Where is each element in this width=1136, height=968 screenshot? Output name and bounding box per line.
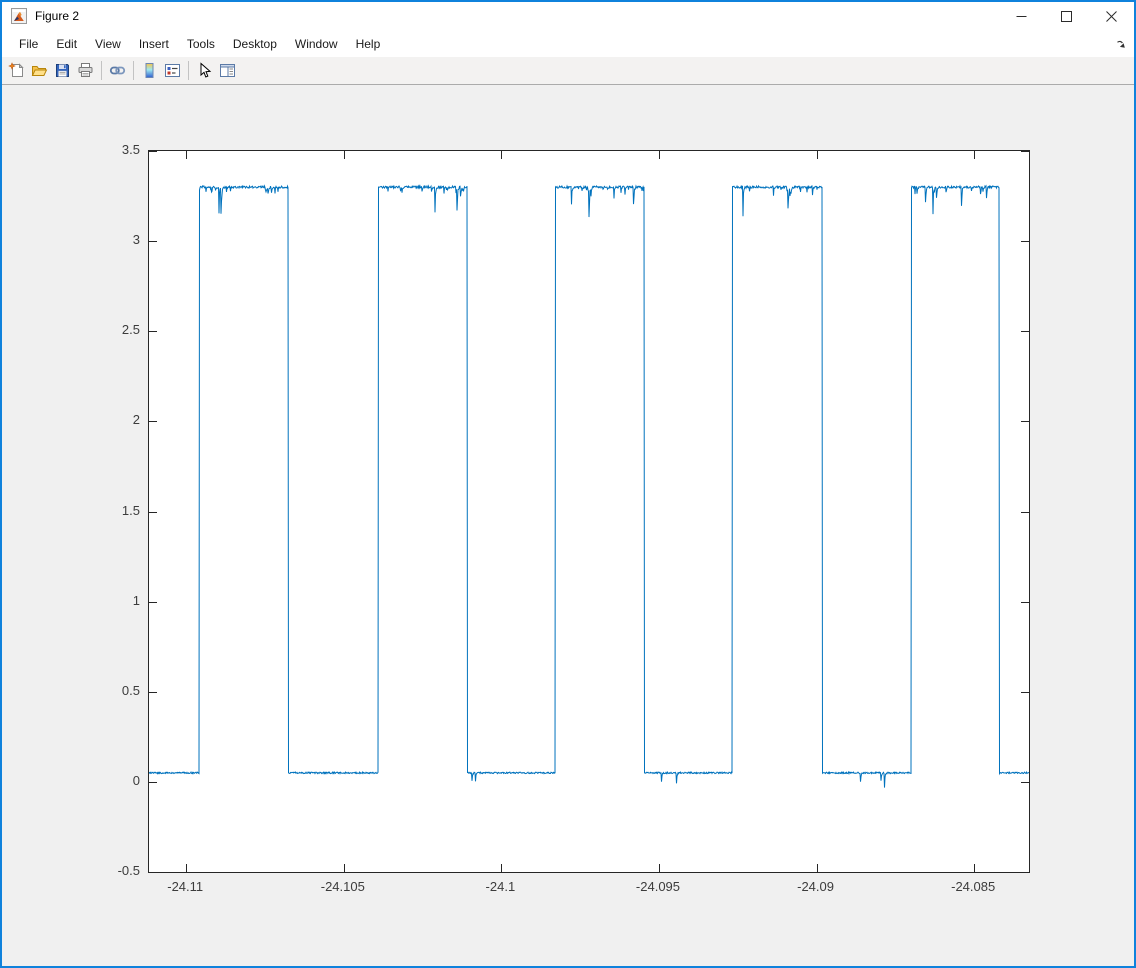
maximize-button[interactable] <box>1044 2 1089 30</box>
dock-figure-arrow-icon[interactable] <box>1115 38 1127 50</box>
inspector-window-icon <box>219 62 236 79</box>
edit-plot-button[interactable] <box>193 59 216 82</box>
menu-insert[interactable]: Insert <box>130 32 178 56</box>
toolbar-separator <box>133 61 134 80</box>
toolbar-separator <box>188 61 189 80</box>
link-plot-button[interactable] <box>106 59 129 82</box>
colorbar-icon <box>141 62 158 79</box>
axis-ticks <box>149 151 1029 872</box>
x-tick-label: -24.105 <box>298 879 388 894</box>
save-floppy-icon <box>54 62 71 79</box>
minimize-button[interactable] <box>999 2 1044 30</box>
menu-window[interactable]: Window <box>286 32 347 56</box>
minimize-icon <box>1016 11 1027 22</box>
menu-tools[interactable]: Tools <box>178 32 224 56</box>
new-document-icon <box>8 62 25 79</box>
signal-waveform <box>149 186 1029 788</box>
close-icon <box>1106 11 1117 22</box>
property-inspector-button[interactable] <box>216 59 239 82</box>
matlab-app-icon <box>11 8 27 24</box>
y-tick-label: 2 <box>76 412 140 427</box>
plot-axes <box>148 150 1030 873</box>
figure-window: Figure 2 File Edit View Insert Tools Des… <box>0 0 1136 968</box>
cursor-arrow-icon <box>196 62 213 79</box>
y-tick-label: 1 <box>76 593 140 608</box>
open-file-button[interactable] <box>28 59 51 82</box>
y-tick-label: 3 <box>76 232 140 247</box>
x-tick-label: -24.11 <box>140 879 230 894</box>
close-button[interactable] <box>1089 2 1134 30</box>
maximize-icon <box>1061 11 1072 22</box>
menu-help[interactable]: Help <box>347 32 390 56</box>
y-tick-label: 3.5 <box>76 142 140 157</box>
print-figure-button[interactable] <box>74 59 97 82</box>
window-title: Figure 2 <box>35 9 79 23</box>
y-tick-label: 0 <box>76 773 140 788</box>
save-figure-button[interactable] <box>51 59 74 82</box>
insert-colorbar-button[interactable] <box>138 59 161 82</box>
legend-icon <box>164 62 181 79</box>
x-tick-label: -24.09 <box>771 879 861 894</box>
y-tick-label: -0.5 <box>76 863 140 878</box>
y-tick-label: 0.5 <box>76 683 140 698</box>
printer-icon <box>77 62 94 79</box>
y-tick-label: 1.5 <box>76 503 140 518</box>
x-tick-label: -24.085 <box>928 879 1018 894</box>
menu-view[interactable]: View <box>86 32 130 56</box>
chain-link-icon <box>109 62 126 79</box>
insert-legend-button[interactable] <box>161 59 184 82</box>
menu-edit[interactable]: Edit <box>47 32 86 56</box>
title-bar: Figure 2 <box>2 2 1134 30</box>
menu-file[interactable]: File <box>10 32 47 56</box>
x-tick-label: -24.095 <box>613 879 703 894</box>
y-tick-label: 2.5 <box>76 322 140 337</box>
x-tick-label: -24.1 <box>455 879 545 894</box>
open-folder-icon <box>31 62 48 79</box>
figure-canvas: -24.11 -24.105 -24.1 -24.095 -24.09 -24.085 -0… <box>2 85 1134 966</box>
menu-desktop[interactable]: Desktop <box>224 32 286 56</box>
new-figure-button[interactable] <box>5 59 28 82</box>
figure-toolbar <box>2 57 1134 85</box>
menu-bar: File Edit View Insert Tools Desktop Wind… <box>2 30 1134 57</box>
square-wave-plot <box>149 151 1029 872</box>
toolbar-separator <box>101 61 102 80</box>
